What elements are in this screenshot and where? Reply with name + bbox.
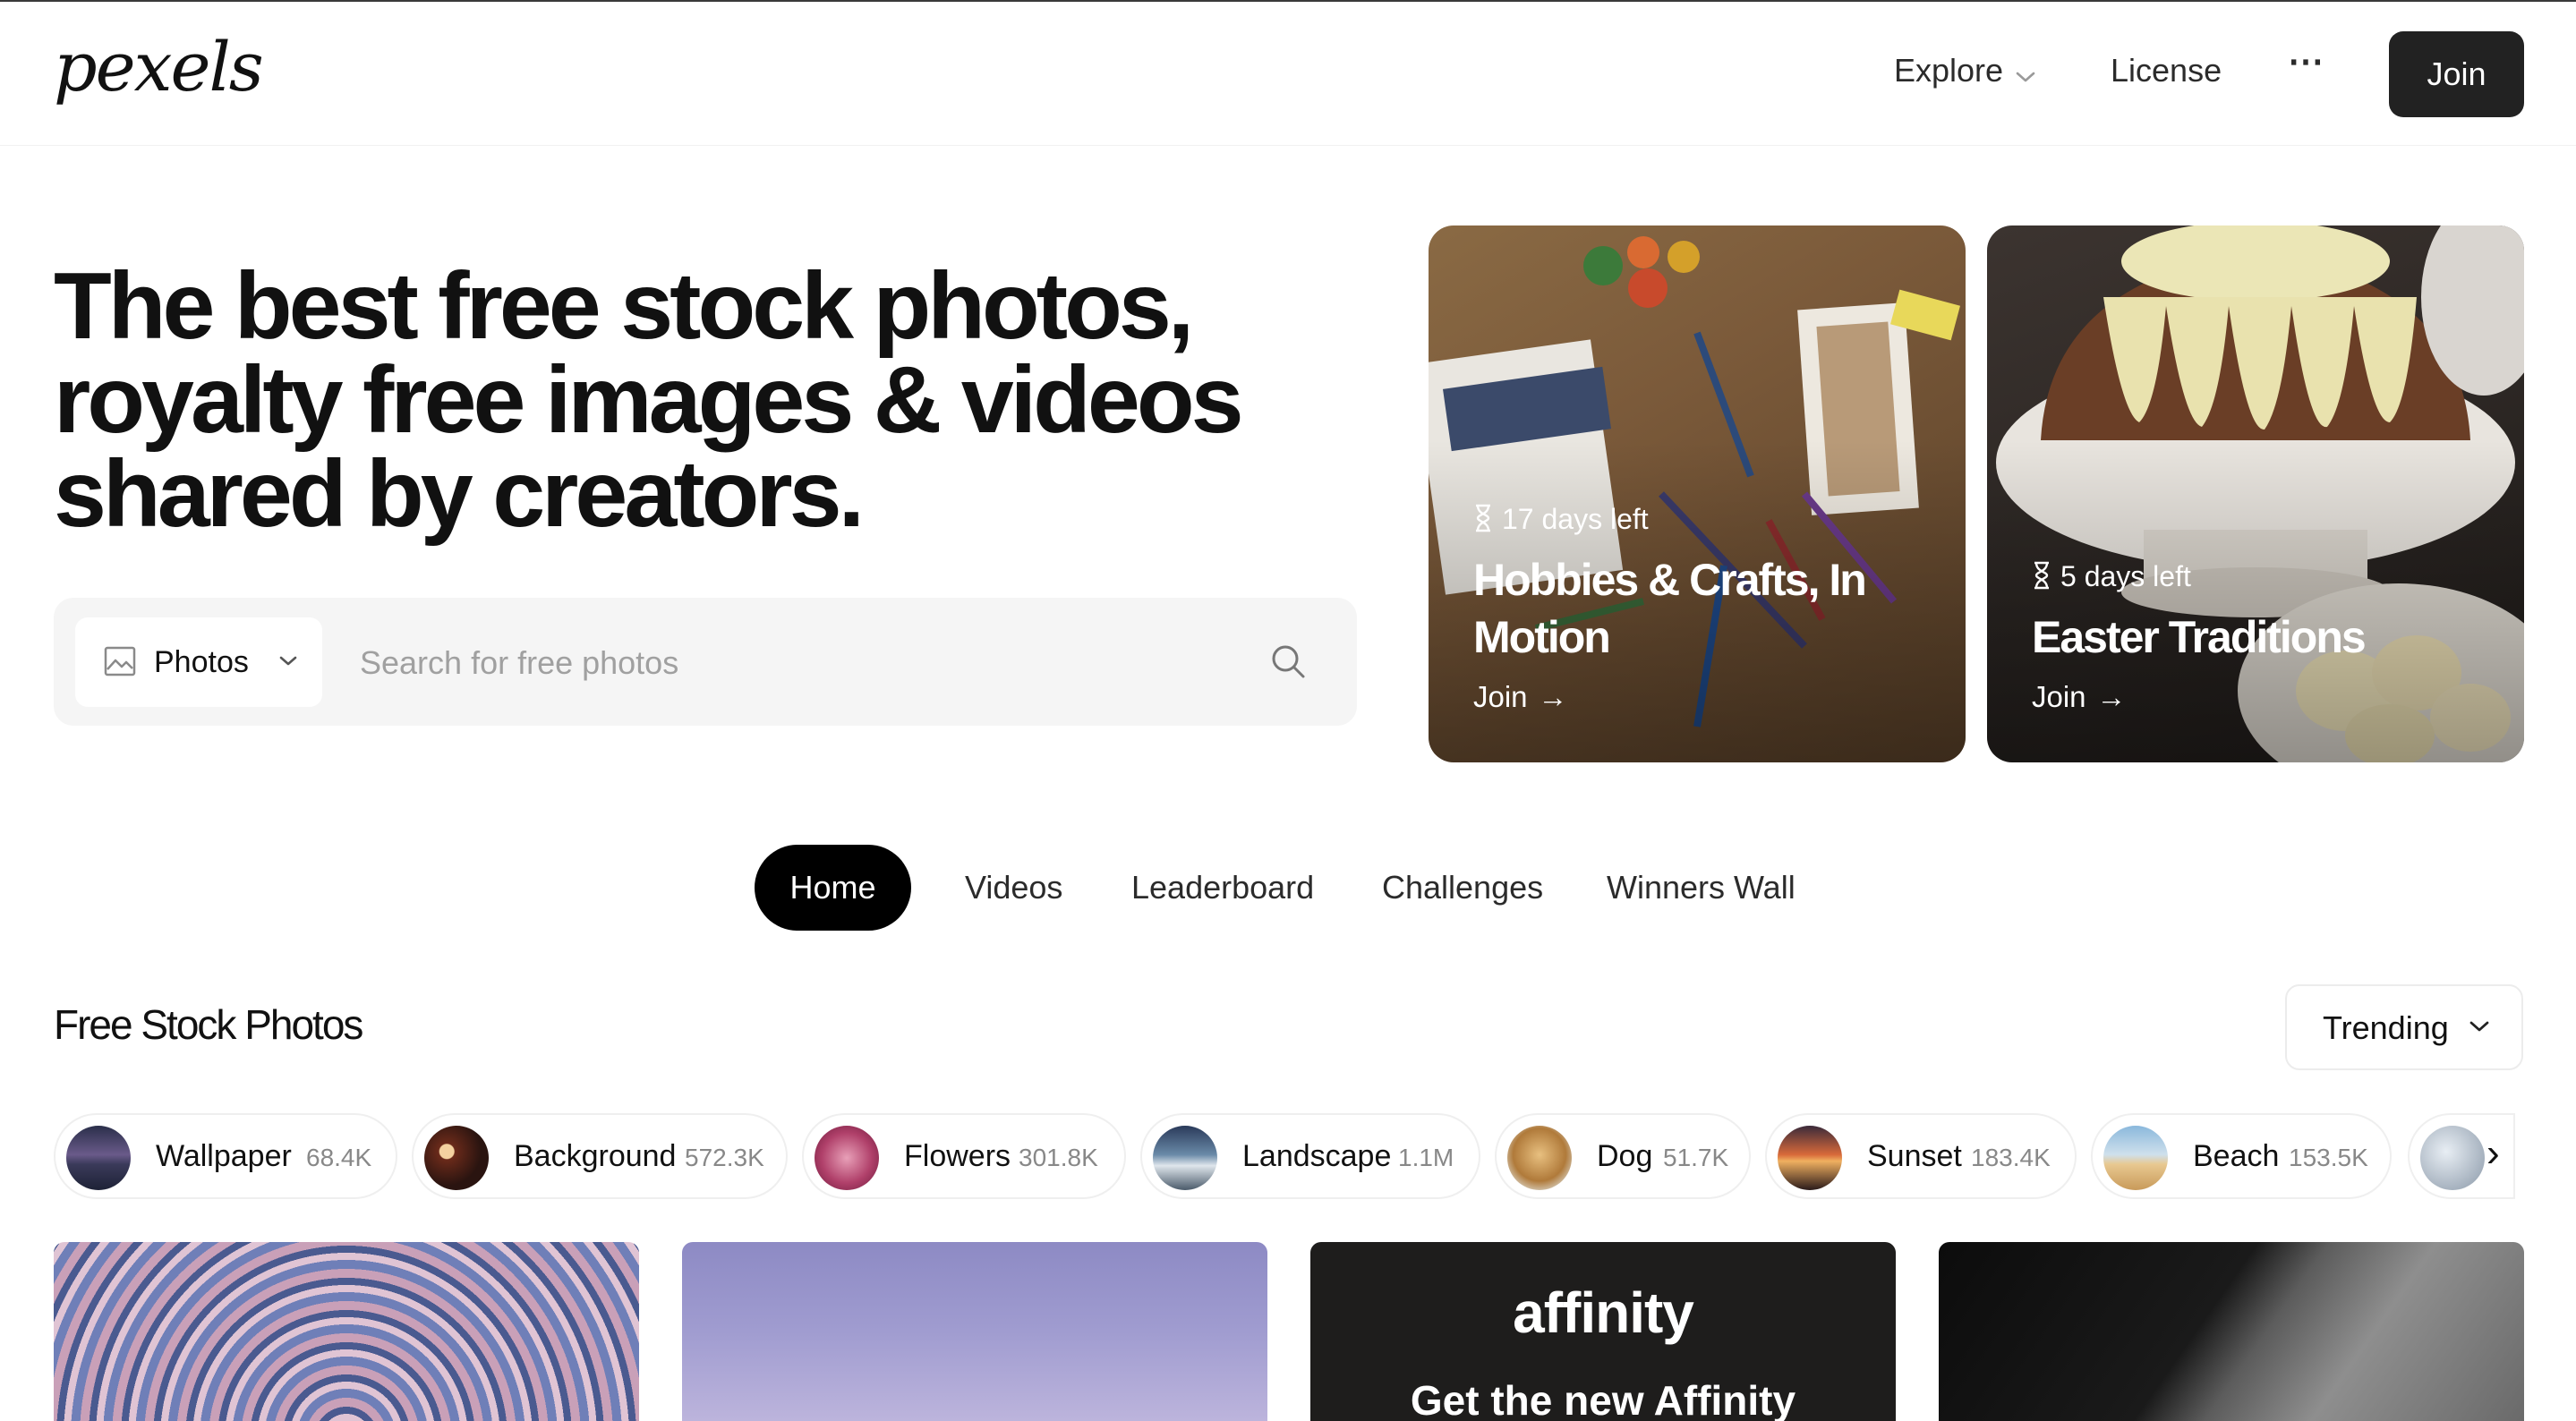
chip-thumbnail xyxy=(2103,1126,2168,1190)
challenge-title: Hobbies & Crafts, In Motion xyxy=(1473,555,1867,662)
chevron-down-icon xyxy=(2016,54,2035,91)
challenge-join-link[interactable]: Join → xyxy=(2032,680,2127,714)
chip-thumbnail xyxy=(424,1126,489,1190)
arrow-right-icon: → xyxy=(2096,680,2127,713)
challenge-title: Easter Traditions xyxy=(2032,612,2367,662)
chevron-down-icon xyxy=(2469,1020,2489,1037)
chevron-down-icon xyxy=(279,655,297,672)
chips-scroll-next[interactable]: › xyxy=(2408,1113,2515,1199)
challenge-card-easter[interactable]: 5 days left Easter Traditions Join → xyxy=(1987,225,2524,762)
chip-name: Background xyxy=(514,1139,677,1173)
challenge-join-label: Join xyxy=(2032,680,2086,713)
category-chips: Wallpaper 68.4K Background 572.3K Flower… xyxy=(0,1113,2576,1199)
photo-tile[interactable] xyxy=(54,1242,639,1421)
search-bar: Photos xyxy=(54,598,1357,726)
search-input[interactable] xyxy=(358,628,1275,698)
chip-thumbnail xyxy=(2420,1126,2485,1190)
chip-count: 301.8K xyxy=(1019,1144,1098,1171)
chip-beach[interactable]: Beach 153.5K xyxy=(2091,1113,2392,1199)
hero-title: The best free stock photos, royalty free… xyxy=(54,253,1244,547)
arrow-right-icon: → xyxy=(1538,680,1568,713)
chip-flowers[interactable]: Flowers 301.8K xyxy=(802,1113,1126,1199)
tab-challenges[interactable]: Challenges xyxy=(1382,845,1543,931)
photo-tile[interactable] xyxy=(682,1242,1267,1421)
tab-winners-wall[interactable]: Winners Wall xyxy=(1607,845,1796,931)
days-left-text: 5 days left xyxy=(2060,560,2191,592)
chip-name: Dog xyxy=(1597,1139,1653,1173)
challenge-card-hobbies[interactable]: 17 days left Hobbies & Crafts, In Motion… xyxy=(1429,225,1966,762)
hourglass-icon xyxy=(2032,561,2051,597)
chip-count: 153.5K xyxy=(2289,1144,2368,1171)
chip-count: 1.1M xyxy=(1398,1144,1454,1171)
ad-tile[interactable]: affinity Get the new Affinity xyxy=(1310,1242,1896,1421)
section-title: Free Stock Photos xyxy=(54,1001,363,1048)
chip-name: Flowers xyxy=(904,1139,1011,1173)
chip-name: Wallpaper xyxy=(156,1139,292,1173)
chip-sunset[interactable]: Sunset 183.4K xyxy=(1765,1113,2077,1199)
sort-dropdown[interactable]: Trending xyxy=(2285,984,2523,1070)
challenge-join-link[interactable]: Join → xyxy=(1473,680,1568,714)
chip-background[interactable]: Background 572.3K xyxy=(412,1113,788,1199)
chip-count: 68.4K xyxy=(306,1144,372,1171)
challenge-days-left: 5 days left xyxy=(2032,560,2191,597)
nav-explore[interactable]: Explore xyxy=(1894,52,2035,91)
pexels-logo[interactable]: pexels xyxy=(54,27,264,106)
chip-dog[interactable]: Dog 51.7K xyxy=(1495,1113,1751,1199)
chip-landscape[interactable]: Landscape 1.1M xyxy=(1140,1113,1480,1199)
ad-brand-logo: affinity xyxy=(1513,1281,1694,1345)
chevron-right-icon: › xyxy=(2486,1131,2500,1175)
chip-count: 183.4K xyxy=(1971,1144,2051,1171)
tab-videos[interactable]: Videos xyxy=(965,845,1062,931)
chip-thumbnail xyxy=(1507,1126,1572,1190)
chip-count: 572.3K xyxy=(685,1144,764,1171)
chip-count: 51.7K xyxy=(1663,1144,1729,1171)
sort-label: Trending xyxy=(2323,1009,2449,1046)
challenge-days-left: 17 days left xyxy=(1473,503,1649,540)
search-type-label: Photos xyxy=(154,645,249,679)
chip-thumbnail xyxy=(66,1126,131,1190)
tab-leaderboard[interactable]: Leaderboard xyxy=(1131,845,1314,931)
nav-license[interactable]: License xyxy=(2111,52,2222,89)
join-button[interactable]: Join xyxy=(2389,31,2524,117)
chip-thumbnail xyxy=(815,1126,879,1190)
chip-thumbnail xyxy=(1153,1126,1217,1190)
days-left-text: 17 days left xyxy=(1502,503,1649,535)
search-icon[interactable] xyxy=(1269,642,1307,685)
search-type-select[interactable]: Photos xyxy=(75,617,322,707)
photo-tile[interactable] xyxy=(1939,1242,2524,1421)
image-icon xyxy=(104,646,136,681)
chip-wallpaper[interactable]: Wallpaper 68.4K xyxy=(54,1113,397,1199)
chip-name: Sunset xyxy=(1867,1139,1962,1173)
site-header: pexels Explore License ⋯ Join xyxy=(0,2,2576,146)
chip-name: Landscape xyxy=(1242,1139,1392,1173)
hourglass-icon xyxy=(1473,504,1493,540)
ad-headline: Get the new Affinity xyxy=(1410,1377,1796,1421)
challenge-join-label: Join xyxy=(1473,680,1528,713)
nav-explore-label: Explore xyxy=(1894,52,2004,89)
chip-name: Beach xyxy=(2193,1139,2280,1173)
chip-thumbnail xyxy=(1778,1126,1842,1190)
tab-home[interactable]: Home xyxy=(755,845,911,931)
more-menu-icon[interactable]: ⋯ xyxy=(2288,41,2325,82)
